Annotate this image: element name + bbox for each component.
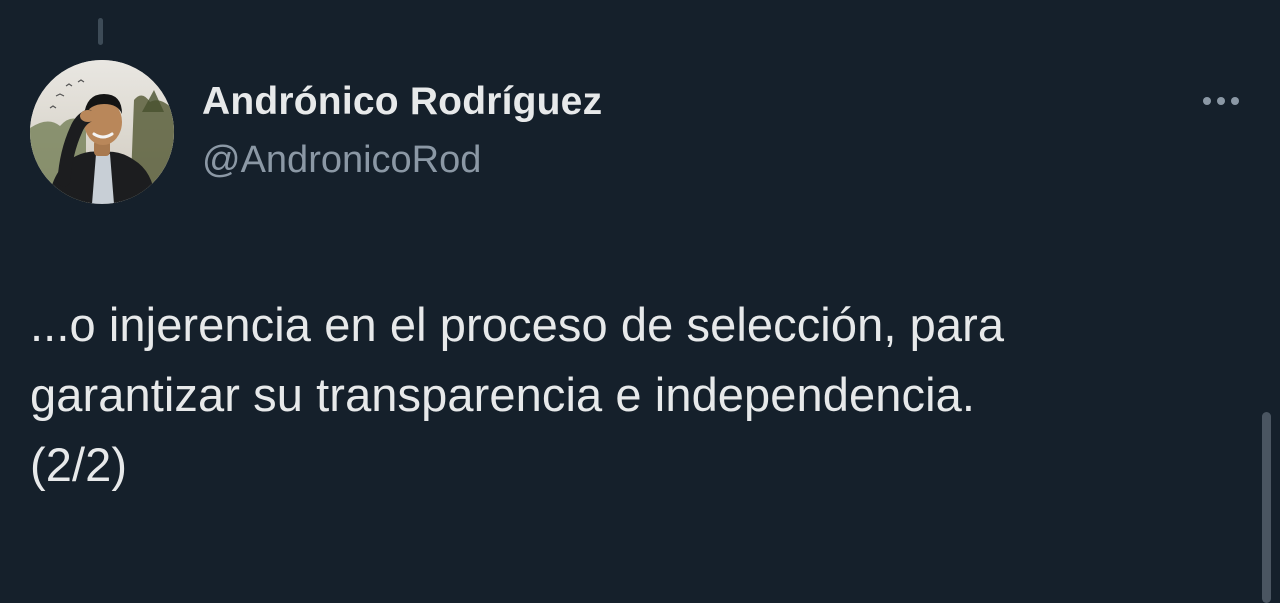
more-options-button[interactable] bbox=[1194, 84, 1248, 118]
avatar[interactable] bbox=[30, 60, 174, 204]
more-horizontal-icon-dot bbox=[1217, 97, 1225, 105]
more-horizontal-icon-dot bbox=[1231, 97, 1239, 105]
more-horizontal-icon bbox=[1203, 97, 1211, 105]
author-handle[interactable]: @AndronicoRod bbox=[202, 134, 481, 186]
author-display-name[interactable]: Andrónico Rodríguez bbox=[202, 76, 602, 128]
scrollbar[interactable] bbox=[1262, 412, 1271, 603]
thread-connector-line bbox=[98, 18, 103, 45]
avatar-image bbox=[30, 60, 174, 204]
tweet-text: ...o injerencia en el proceso de selecci… bbox=[30, 298, 1005, 491]
